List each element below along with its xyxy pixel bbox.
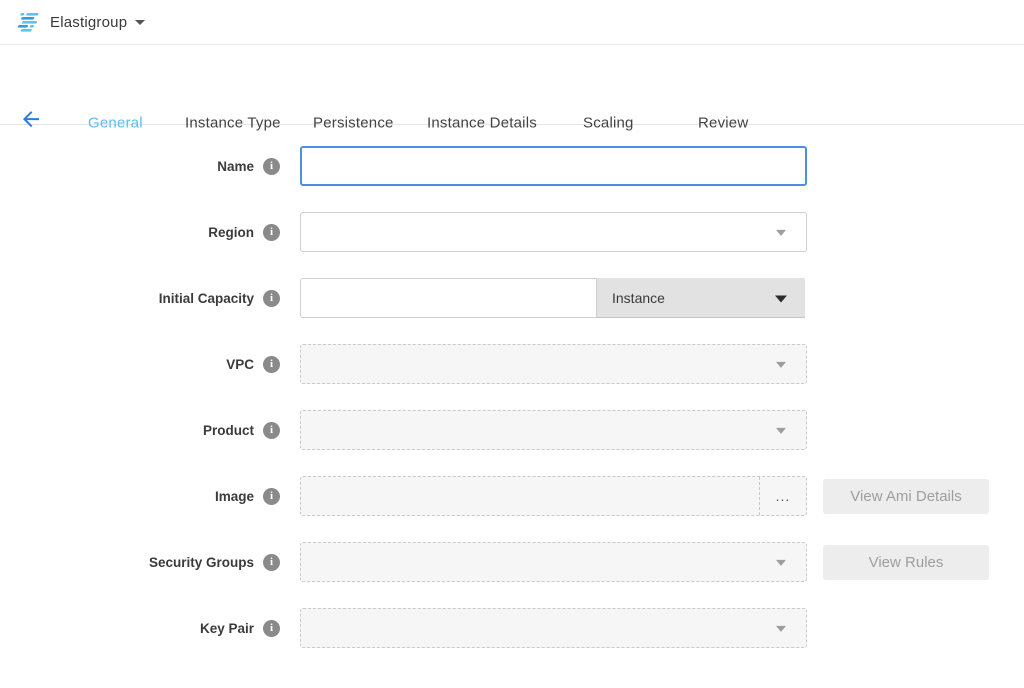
key-pair-label: Key Pair bbox=[200, 621, 254, 636]
vpc-select[interactable] bbox=[300, 344, 807, 384]
tab-review[interactable]: Review bbox=[698, 115, 748, 132]
back-arrow-icon[interactable] bbox=[19, 107, 43, 131]
chevron-down-icon bbox=[775, 295, 787, 302]
info-icon[interactable] bbox=[263, 488, 280, 505]
chevron-down-icon bbox=[776, 428, 786, 434]
general-settings-form: Name Region Initial Capacity Instanc bbox=[0, 125, 1024, 648]
image-label: Image bbox=[215, 489, 254, 504]
chevron-down-icon bbox=[776, 230, 786, 236]
form-row-name: Name bbox=[0, 146, 1024, 186]
name-input[interactable] bbox=[300, 146, 807, 186]
vpc-label: VPC bbox=[226, 357, 254, 372]
elastigroup-logo-icon bbox=[15, 12, 41, 32]
tab-scaling[interactable]: Scaling bbox=[583, 115, 634, 132]
form-row-image: Image ... View Ami Details bbox=[0, 476, 1024, 516]
key-pair-select[interactable] bbox=[300, 608, 807, 648]
info-icon[interactable] bbox=[263, 224, 280, 241]
tab-instance-details[interactable]: Instance Details bbox=[427, 115, 537, 132]
info-icon[interactable] bbox=[263, 554, 280, 571]
product-name: Elastigroup bbox=[50, 14, 127, 31]
info-icon[interactable] bbox=[263, 422, 280, 439]
image-field-group: ... bbox=[300, 476, 807, 516]
chevron-down-icon bbox=[776, 560, 786, 566]
view-ami-details-button[interactable]: View Ami Details bbox=[823, 479, 989, 514]
region-label: Region bbox=[208, 225, 254, 240]
browse-image-button[interactable]: ... bbox=[759, 477, 806, 515]
capacity-unit-select[interactable]: Instance bbox=[597, 278, 805, 318]
info-icon[interactable] bbox=[263, 620, 280, 637]
form-row-initial-capacity: Initial Capacity Instance bbox=[0, 278, 1024, 318]
tab-general[interactable]: General bbox=[88, 115, 143, 132]
security-groups-label: Security Groups bbox=[149, 555, 254, 570]
product-label: Product bbox=[203, 423, 254, 438]
form-row-region: Region bbox=[0, 212, 1024, 252]
info-icon[interactable] bbox=[263, 158, 280, 175]
top-bar: Elastigroup bbox=[0, 0, 1024, 45]
image-input[interactable] bbox=[301, 477, 759, 515]
security-groups-select[interactable] bbox=[300, 542, 807, 582]
tab-persistence[interactable]: Persistence bbox=[313, 115, 394, 132]
initial-capacity-label: Initial Capacity bbox=[159, 291, 254, 306]
form-row-vpc: VPC bbox=[0, 344, 1024, 384]
form-row-security-groups: Security Groups View Rules bbox=[0, 542, 1024, 582]
chevron-down-icon bbox=[776, 362, 786, 368]
view-rules-button[interactable]: View Rules bbox=[823, 545, 989, 580]
info-icon[interactable] bbox=[263, 290, 280, 307]
product-select[interactable] bbox=[300, 410, 807, 450]
form-row-product: Product bbox=[0, 410, 1024, 450]
capacity-unit-value: Instance bbox=[612, 290, 665, 306]
region-select[interactable] bbox=[300, 212, 807, 252]
chevron-down-icon bbox=[776, 626, 786, 632]
initial-capacity-input[interactable] bbox=[300, 278, 597, 318]
name-label: Name bbox=[217, 159, 254, 174]
form-row-key-pair: Key Pair bbox=[0, 608, 1024, 648]
product-switcher[interactable]: Elastigroup bbox=[50, 14, 145, 31]
tab-instance-type[interactable]: Instance Type bbox=[185, 115, 281, 132]
info-icon[interactable] bbox=[263, 356, 280, 373]
wizard-tab-bar: General Instance Type Persistence Instan… bbox=[0, 45, 1024, 125]
chevron-down-icon bbox=[135, 20, 145, 25]
